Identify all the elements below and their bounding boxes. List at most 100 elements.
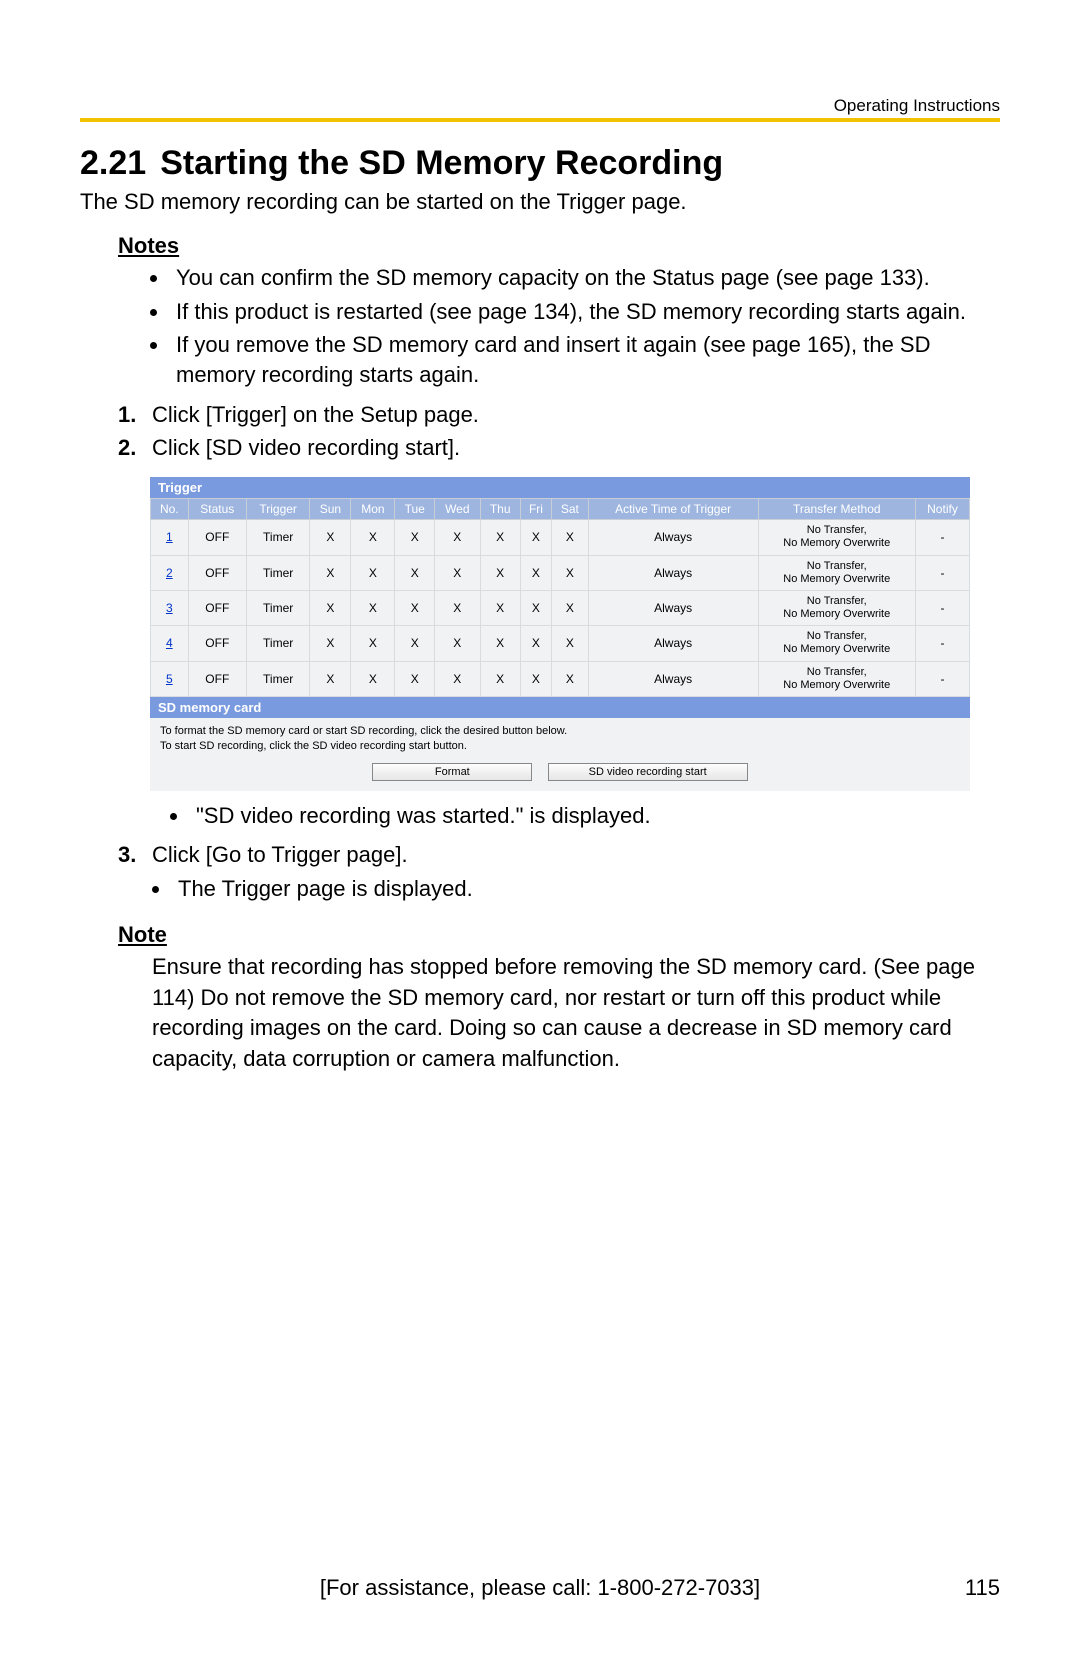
cell-day: X xyxy=(395,590,435,625)
cell-day: X xyxy=(395,626,435,661)
cell-day: X xyxy=(480,555,520,590)
page-number: 115 xyxy=(965,1575,1000,1601)
cell-day: X xyxy=(552,590,589,625)
sd-button-row: Format SD video recording start xyxy=(150,759,970,791)
cell-day: X xyxy=(435,590,480,625)
cell-day: X xyxy=(552,555,589,590)
cell-day: X xyxy=(435,520,480,555)
row-no-link[interactable]: 1 xyxy=(166,530,173,544)
sd-instructions: To format the SD memory card or start SD… xyxy=(150,718,970,759)
cell-no: 4 xyxy=(151,626,189,661)
cell-status: OFF xyxy=(188,555,246,590)
section-title: 2.21Starting the SD Memory Recording xyxy=(80,144,1000,183)
row-no-link[interactable]: 5 xyxy=(166,672,173,686)
cell-active: Always xyxy=(588,626,758,661)
cell-notify: - xyxy=(915,661,969,696)
note-item: If this product is restarted (see page 1… xyxy=(170,297,1000,327)
sd-line1: To format the SD memory card or start SD… xyxy=(160,724,960,739)
cell-transfer: No Transfer,No Memory Overwrite xyxy=(758,661,915,696)
th-wed: Wed xyxy=(435,499,480,520)
trigger-bar: Trigger xyxy=(150,477,970,498)
intro-text: The SD memory recording can be started o… xyxy=(80,189,1000,215)
th-status: Status xyxy=(188,499,246,520)
th-sat: Sat xyxy=(552,499,589,520)
cell-day: X xyxy=(552,520,589,555)
cell-day: X xyxy=(351,520,395,555)
table-row: 1OFFTimerXXXXXXXAlwaysNo Transfer,No Mem… xyxy=(151,520,970,555)
notes-heading: Notes xyxy=(118,233,1000,259)
table-row: 4OFFTimerXXXXXXXAlwaysNo Transfer,No Mem… xyxy=(151,626,970,661)
cell-notify: - xyxy=(915,626,969,661)
th-transfer: Transfer Method xyxy=(758,499,915,520)
header-rule xyxy=(80,118,1000,122)
step-2-text: Click [SD video recording start]. xyxy=(152,435,460,460)
cell-day: X xyxy=(552,661,589,696)
cell-trigger: Timer xyxy=(247,555,310,590)
header-label: Operating Instructions xyxy=(834,96,1000,116)
cell-trigger: Timer xyxy=(247,590,310,625)
notes-list: You can confirm the SD memory capacity o… xyxy=(170,263,1000,390)
format-button[interactable]: Format xyxy=(372,763,532,781)
th-mon: Mon xyxy=(351,499,395,520)
cell-no: 3 xyxy=(151,590,189,625)
table-row: 5OFFTimerXXXXXXXAlwaysNo Transfer,No Mem… xyxy=(151,661,970,696)
cell-day: X xyxy=(351,555,395,590)
cell-day: X xyxy=(351,626,395,661)
cell-trigger: Timer xyxy=(247,661,310,696)
cell-day: X xyxy=(351,661,395,696)
table-row: 2OFFTimerXXXXXXXAlwaysNo Transfer,No Mem… xyxy=(151,555,970,590)
cell-status: OFF xyxy=(188,626,246,661)
trigger-table: No. Status Trigger Sun Mon Tue Wed Thu F… xyxy=(150,498,970,697)
cell-transfer: No Transfer,No Memory Overwrite xyxy=(758,555,915,590)
cell-day: X xyxy=(480,661,520,696)
table-row: 3OFFTimerXXXXXXXAlwaysNo Transfer,No Mem… xyxy=(151,590,970,625)
sd-memory-bar: SD memory card xyxy=(150,697,970,718)
cell-trigger: Timer xyxy=(247,626,310,661)
row-no-link[interactable]: 3 xyxy=(166,601,173,615)
th-no: No. xyxy=(151,499,189,520)
cell-day: X xyxy=(351,590,395,625)
cell-day: X xyxy=(310,555,351,590)
cell-status: OFF xyxy=(188,520,246,555)
cell-notify: - xyxy=(915,520,969,555)
th-active: Active Time of Trigger xyxy=(588,499,758,520)
th-trigger: Trigger xyxy=(247,499,310,520)
step-2-sub: "SD video recording was started." is dis… xyxy=(190,801,1000,831)
cell-day: X xyxy=(435,555,480,590)
step-1-text: Click [Trigger] on the Setup page. xyxy=(152,402,479,427)
row-no-link[interactable]: 4 xyxy=(166,636,173,650)
note-body-2: Ensure that recording has stopped before… xyxy=(152,952,1000,1075)
cell-day: X xyxy=(310,661,351,696)
step-2-sub-item: "SD video recording was started." is dis… xyxy=(190,801,1000,831)
cell-day: X xyxy=(395,555,435,590)
note-item: You can confirm the SD memory capacity o… xyxy=(170,263,1000,293)
cell-day: X xyxy=(552,626,589,661)
cell-status: OFF xyxy=(188,590,246,625)
cell-transfer: No Transfer,No Memory Overwrite xyxy=(758,590,915,625)
th-notify: Notify xyxy=(915,499,969,520)
cell-no: 1 xyxy=(151,520,189,555)
cell-active: Always xyxy=(588,555,758,590)
note-item: If you remove the SD memory card and ins… xyxy=(170,330,1000,389)
th-fri: Fri xyxy=(520,499,551,520)
cell-day: X xyxy=(435,626,480,661)
cell-active: Always xyxy=(588,661,758,696)
cell-day: X xyxy=(310,520,351,555)
sd-line2: To start SD recording, click the SD vide… xyxy=(160,739,960,754)
cell-day: X xyxy=(520,661,551,696)
row-no-link[interactable]: 2 xyxy=(166,566,173,580)
cell-day: X xyxy=(395,661,435,696)
footer: [For assistance, please call: 1-800-272-… xyxy=(80,1575,1000,1601)
cell-notify: - xyxy=(915,555,969,590)
cell-day: X xyxy=(480,626,520,661)
step-3-sub: The Trigger page is displayed. xyxy=(172,874,1000,904)
cell-transfer: No Transfer,No Memory Overwrite xyxy=(758,626,915,661)
sd-video-recording-start-button[interactable]: SD video recording start xyxy=(548,763,748,781)
cell-active: Always xyxy=(588,520,758,555)
cell-day: X xyxy=(520,520,551,555)
cell-day: X xyxy=(310,590,351,625)
cell-day: X xyxy=(480,520,520,555)
cell-day: X xyxy=(520,590,551,625)
cell-day: X xyxy=(435,661,480,696)
step-2: Click [SD video recording start]. xyxy=(118,433,1000,463)
